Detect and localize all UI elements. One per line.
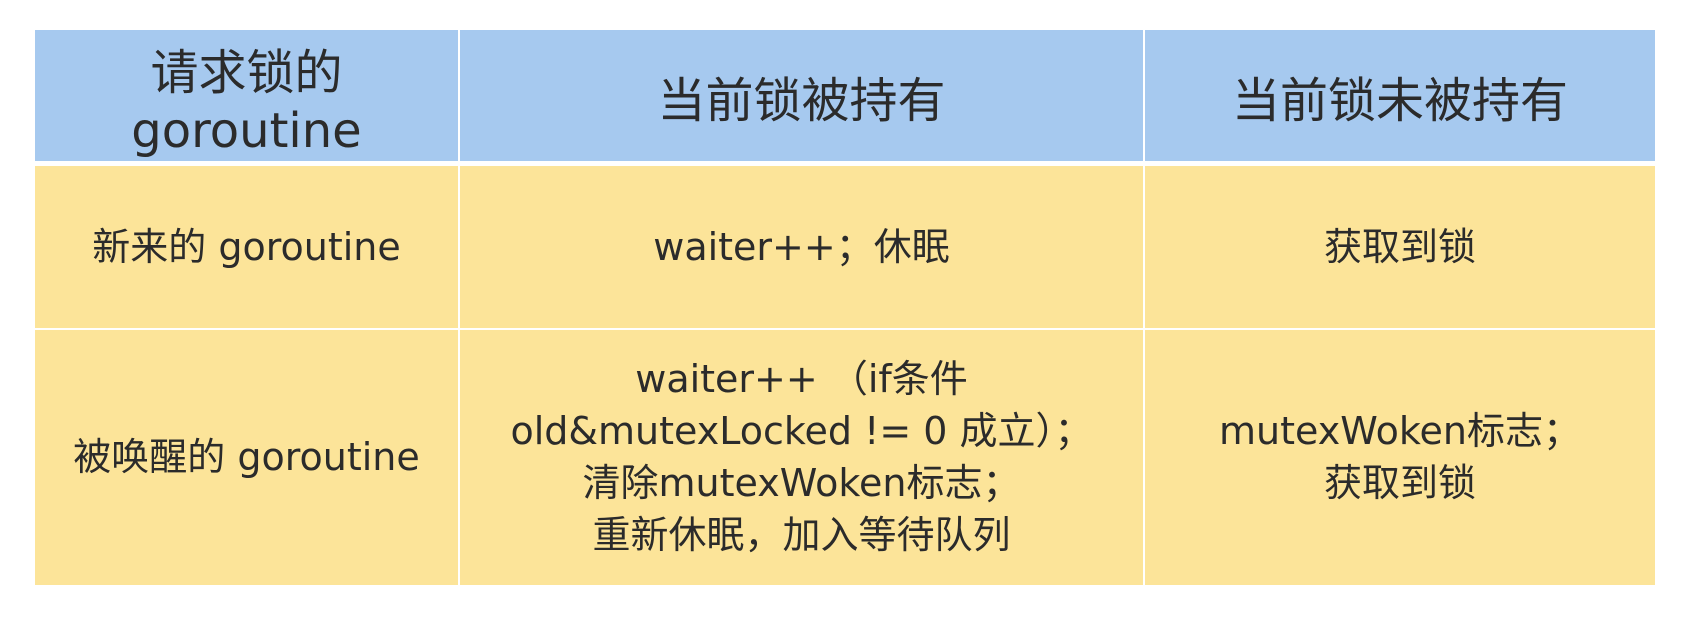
table-header-row: 请求锁的goroutine 当前锁被持有 当前锁未被持有 (35, 30, 1655, 166)
cell-line: old&mutexLocked != 0 成立）； (510, 409, 1093, 454)
table-row-new-goroutine: 新来的 goroutine waiter++；休眠 获取到锁 (35, 166, 1655, 330)
mutex-state-table: 请求锁的goroutine 当前锁被持有 当前锁未被持有 新来的 gorouti… (35, 30, 1655, 585)
table-row-woken-goroutine: 被唤醒的 goroutine waiter++ （if条件 old&mutexL… (35, 329, 1655, 585)
cell-line: 获取到锁 (1323, 461, 1476, 506)
header-requester: 请求锁的goroutine (35, 30, 460, 166)
cell-line: 获取到锁 (1323, 224, 1476, 269)
cell-lock-held: waiter++；休眠 (460, 166, 1145, 330)
cell-lock-held: waiter++ （if条件 old&mutexLocked != 0 成立）；… (460, 329, 1145, 585)
cell-line: 重新休眠，加入等待队列 (592, 513, 1011, 558)
mutex-state-table-container: 请求锁的goroutine 当前锁被持有 当前锁未被持有 新来的 gorouti… (35, 30, 1655, 585)
cell-lock-not-held: 获取到锁 (1145, 166, 1655, 330)
cell-line: waiter++；休眠 (653, 224, 950, 269)
cell-lock-not-held: mutexWoken标志； 获取到锁 (1145, 329, 1655, 585)
cell-line: 清除mutexWoken标志； (582, 461, 1021, 506)
header-lock-held: 当前锁被持有 (460, 30, 1145, 166)
cell-line: mutexWoken标志； (1219, 409, 1581, 454)
cell-requester: 被唤醒的 goroutine (35, 329, 460, 585)
cell-requester: 新来的 goroutine (35, 166, 460, 330)
cell-line: waiter++ （if条件 (635, 357, 968, 402)
header-lock-not-held: 当前锁未被持有 (1145, 30, 1655, 166)
